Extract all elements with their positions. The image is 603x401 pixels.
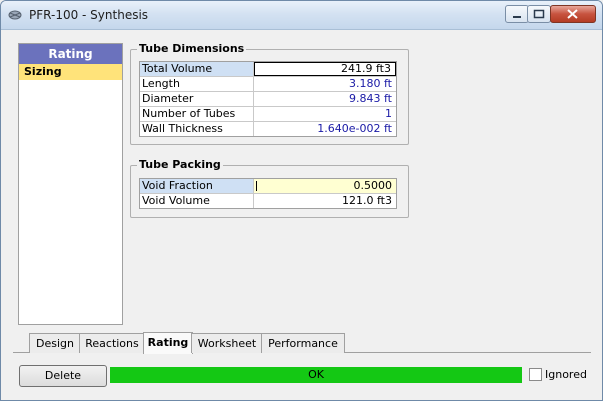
tube-dimensions-group: Tube Dimensions Total Volume 241.9 ft3 L… xyxy=(130,42,409,145)
reactor-icon xyxy=(8,10,22,20)
maximize-icon xyxy=(533,9,545,19)
nav-header-rating[interactable]: Rating xyxy=(19,44,122,64)
tube-packing-grid: Void Fraction 0.5000 Void Volume 121.0 f… xyxy=(139,178,397,209)
ignored-label: Ignored xyxy=(545,368,587,381)
void-fraction-value: 0.5000 xyxy=(353,179,393,192)
wall-thickness-field[interactable]: 1.640e-002 ft xyxy=(254,122,396,136)
void-volume-label: Void Volume xyxy=(140,194,254,208)
total-volume-field[interactable]: 241.9 ft3 xyxy=(254,62,396,76)
delete-button[interactable]: Delete xyxy=(19,365,107,387)
nav-item-sizing[interactable]: Sizing xyxy=(19,64,122,80)
tab-design[interactable]: Design xyxy=(29,333,81,353)
minimize-button[interactable] xyxy=(505,5,529,23)
wall-thickness-label: Wall Thickness xyxy=(140,122,254,136)
window-title: PFR-100 - Synthesis xyxy=(29,8,149,22)
table-row[interactable]: Void Fraction 0.5000 xyxy=(140,179,396,194)
diameter-field[interactable]: 9.843 ft xyxy=(254,92,396,106)
number-of-tubes-label: Number of Tubes xyxy=(140,107,254,121)
diameter-label: Diameter xyxy=(140,92,254,106)
table-row[interactable]: Total Volume 241.9 ft3 xyxy=(140,62,396,77)
text-caret xyxy=(256,181,257,191)
table-row[interactable]: Void Volume 121.0 ft3 xyxy=(140,194,396,208)
maximize-button[interactable] xyxy=(527,5,551,23)
table-row[interactable]: Diameter 9.843 ft xyxy=(140,92,396,107)
tab-worksheet[interactable]: Worksheet xyxy=(191,333,263,353)
tube-packing-group: Tube Packing Void Fraction 0.5000 Void V… xyxy=(130,158,409,218)
total-volume-label: Total Volume xyxy=(140,62,254,76)
tube-packing-title: Tube Packing xyxy=(137,158,223,171)
tube-dimensions-title: Tube Dimensions xyxy=(137,42,247,55)
table-row[interactable]: Wall Thickness 1.640e-002 ft xyxy=(140,122,396,136)
title-bar[interactable]: PFR-100 - Synthesis xyxy=(1,1,602,30)
tab-reactions[interactable]: Reactions xyxy=(79,333,145,353)
close-button[interactable] xyxy=(550,5,596,23)
void-fraction-field[interactable]: 0.5000 xyxy=(254,179,396,193)
table-row[interactable]: Number of Tubes 1 xyxy=(140,107,396,122)
length-field[interactable]: 3.180 ft xyxy=(254,77,396,91)
close-icon xyxy=(567,9,578,19)
ignored-checkbox-box[interactable] xyxy=(529,368,542,381)
left-nav-pane: Rating Sizing xyxy=(18,43,123,325)
void-fraction-label: Void Fraction xyxy=(140,179,254,193)
void-volume-field[interactable]: 121.0 ft3 xyxy=(254,194,396,208)
table-row[interactable]: Length 3.180 ft xyxy=(140,77,396,92)
minimize-icon xyxy=(513,16,521,18)
status-bar: OK xyxy=(110,367,522,383)
length-label: Length xyxy=(140,77,254,91)
tube-dimensions-grid: Total Volume 241.9 ft3 Length 3.180 ft D… xyxy=(139,61,397,137)
number-of-tubes-field[interactable]: 1 xyxy=(254,107,396,121)
tab-rating[interactable]: Rating xyxy=(143,332,193,354)
dialog-window: PFR-100 - Synthesis Rating Sizing Tube D… xyxy=(0,0,603,401)
tab-performance[interactable]: Performance xyxy=(261,333,345,353)
